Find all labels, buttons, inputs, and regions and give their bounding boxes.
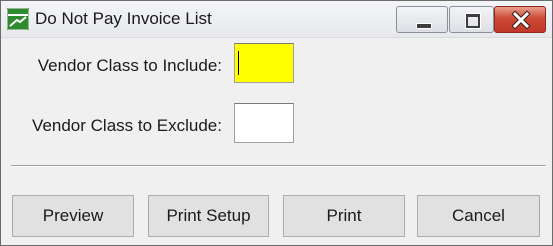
- maximize-icon: [466, 14, 480, 28]
- minimize-icon: [416, 23, 432, 29]
- close-button[interactable]: [494, 6, 546, 33]
- text-caret: [238, 51, 239, 75]
- minimize-button[interactable]: [396, 6, 448, 33]
- print-setup-button[interactable]: Print Setup: [148, 195, 269, 237]
- exclude-vendor-class-input[interactable]: [234, 103, 294, 143]
- print-button[interactable]: Print: [283, 195, 405, 237]
- app-icon: [7, 8, 29, 30]
- include-vendor-class-input[interactable]: [234, 43, 294, 83]
- dialog-window: Do Not Pay Invoice List Vendor Class to …: [0, 0, 553, 246]
- maximize-button[interactable]: [449, 6, 494, 33]
- cancel-button[interactable]: Cancel: [417, 195, 540, 237]
- preview-button[interactable]: Preview: [12, 195, 134, 237]
- window-title: Do Not Pay Invoice List: [35, 9, 212, 28]
- close-icon: [511, 10, 531, 30]
- include-label: Vendor Class to Include:: [37, 56, 222, 75]
- exclude-label: Vendor Class to Exclude:: [32, 116, 222, 135]
- title-bar[interactable]: Do Not Pay Invoice List: [1, 1, 552, 38]
- separator-line: [11, 165, 546, 167]
